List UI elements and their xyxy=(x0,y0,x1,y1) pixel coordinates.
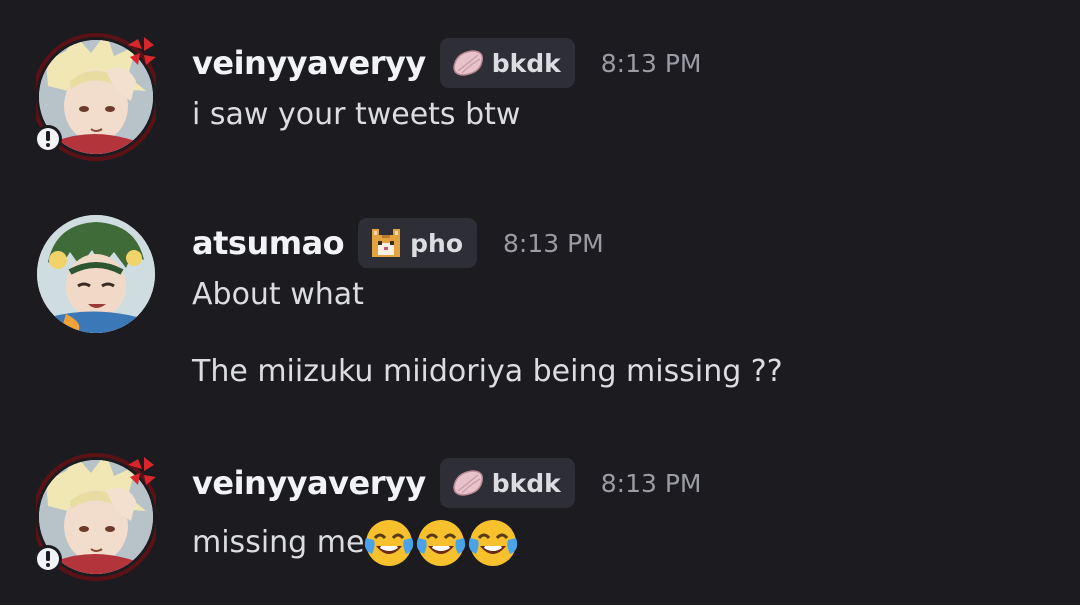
emoji-group xyxy=(362,516,518,570)
sakura-petal-icon xyxy=(452,470,483,496)
avatar-image xyxy=(36,453,156,581)
timestamp[interactable]: 8:13 PM xyxy=(601,469,702,498)
tears-of-joy-emoji-icon[interactable] xyxy=(414,516,468,570)
tears-of-joy-emoji-icon[interactable] xyxy=(466,516,520,570)
server-tag[interactable]: bkdk xyxy=(439,458,575,508)
username[interactable]: veinyyaveryy xyxy=(192,464,426,502)
tears-of-joy-emoji-icon[interactable] xyxy=(362,516,416,570)
message-text: missing me xyxy=(192,525,365,560)
message-body: missing me xyxy=(192,516,518,570)
message-header: veinyyaveryy bkdk 8:13 PM xyxy=(192,458,701,508)
message-feed: veinyyaveryy bkdk 8:13 PM i saw your twe… xyxy=(0,0,1080,605)
server-tag-label: bkdk xyxy=(491,468,561,498)
message-group: veinyyaveryy bkdk 8:13 PM missing me xyxy=(0,0,1080,605)
avatar[interactable] xyxy=(36,451,156,581)
